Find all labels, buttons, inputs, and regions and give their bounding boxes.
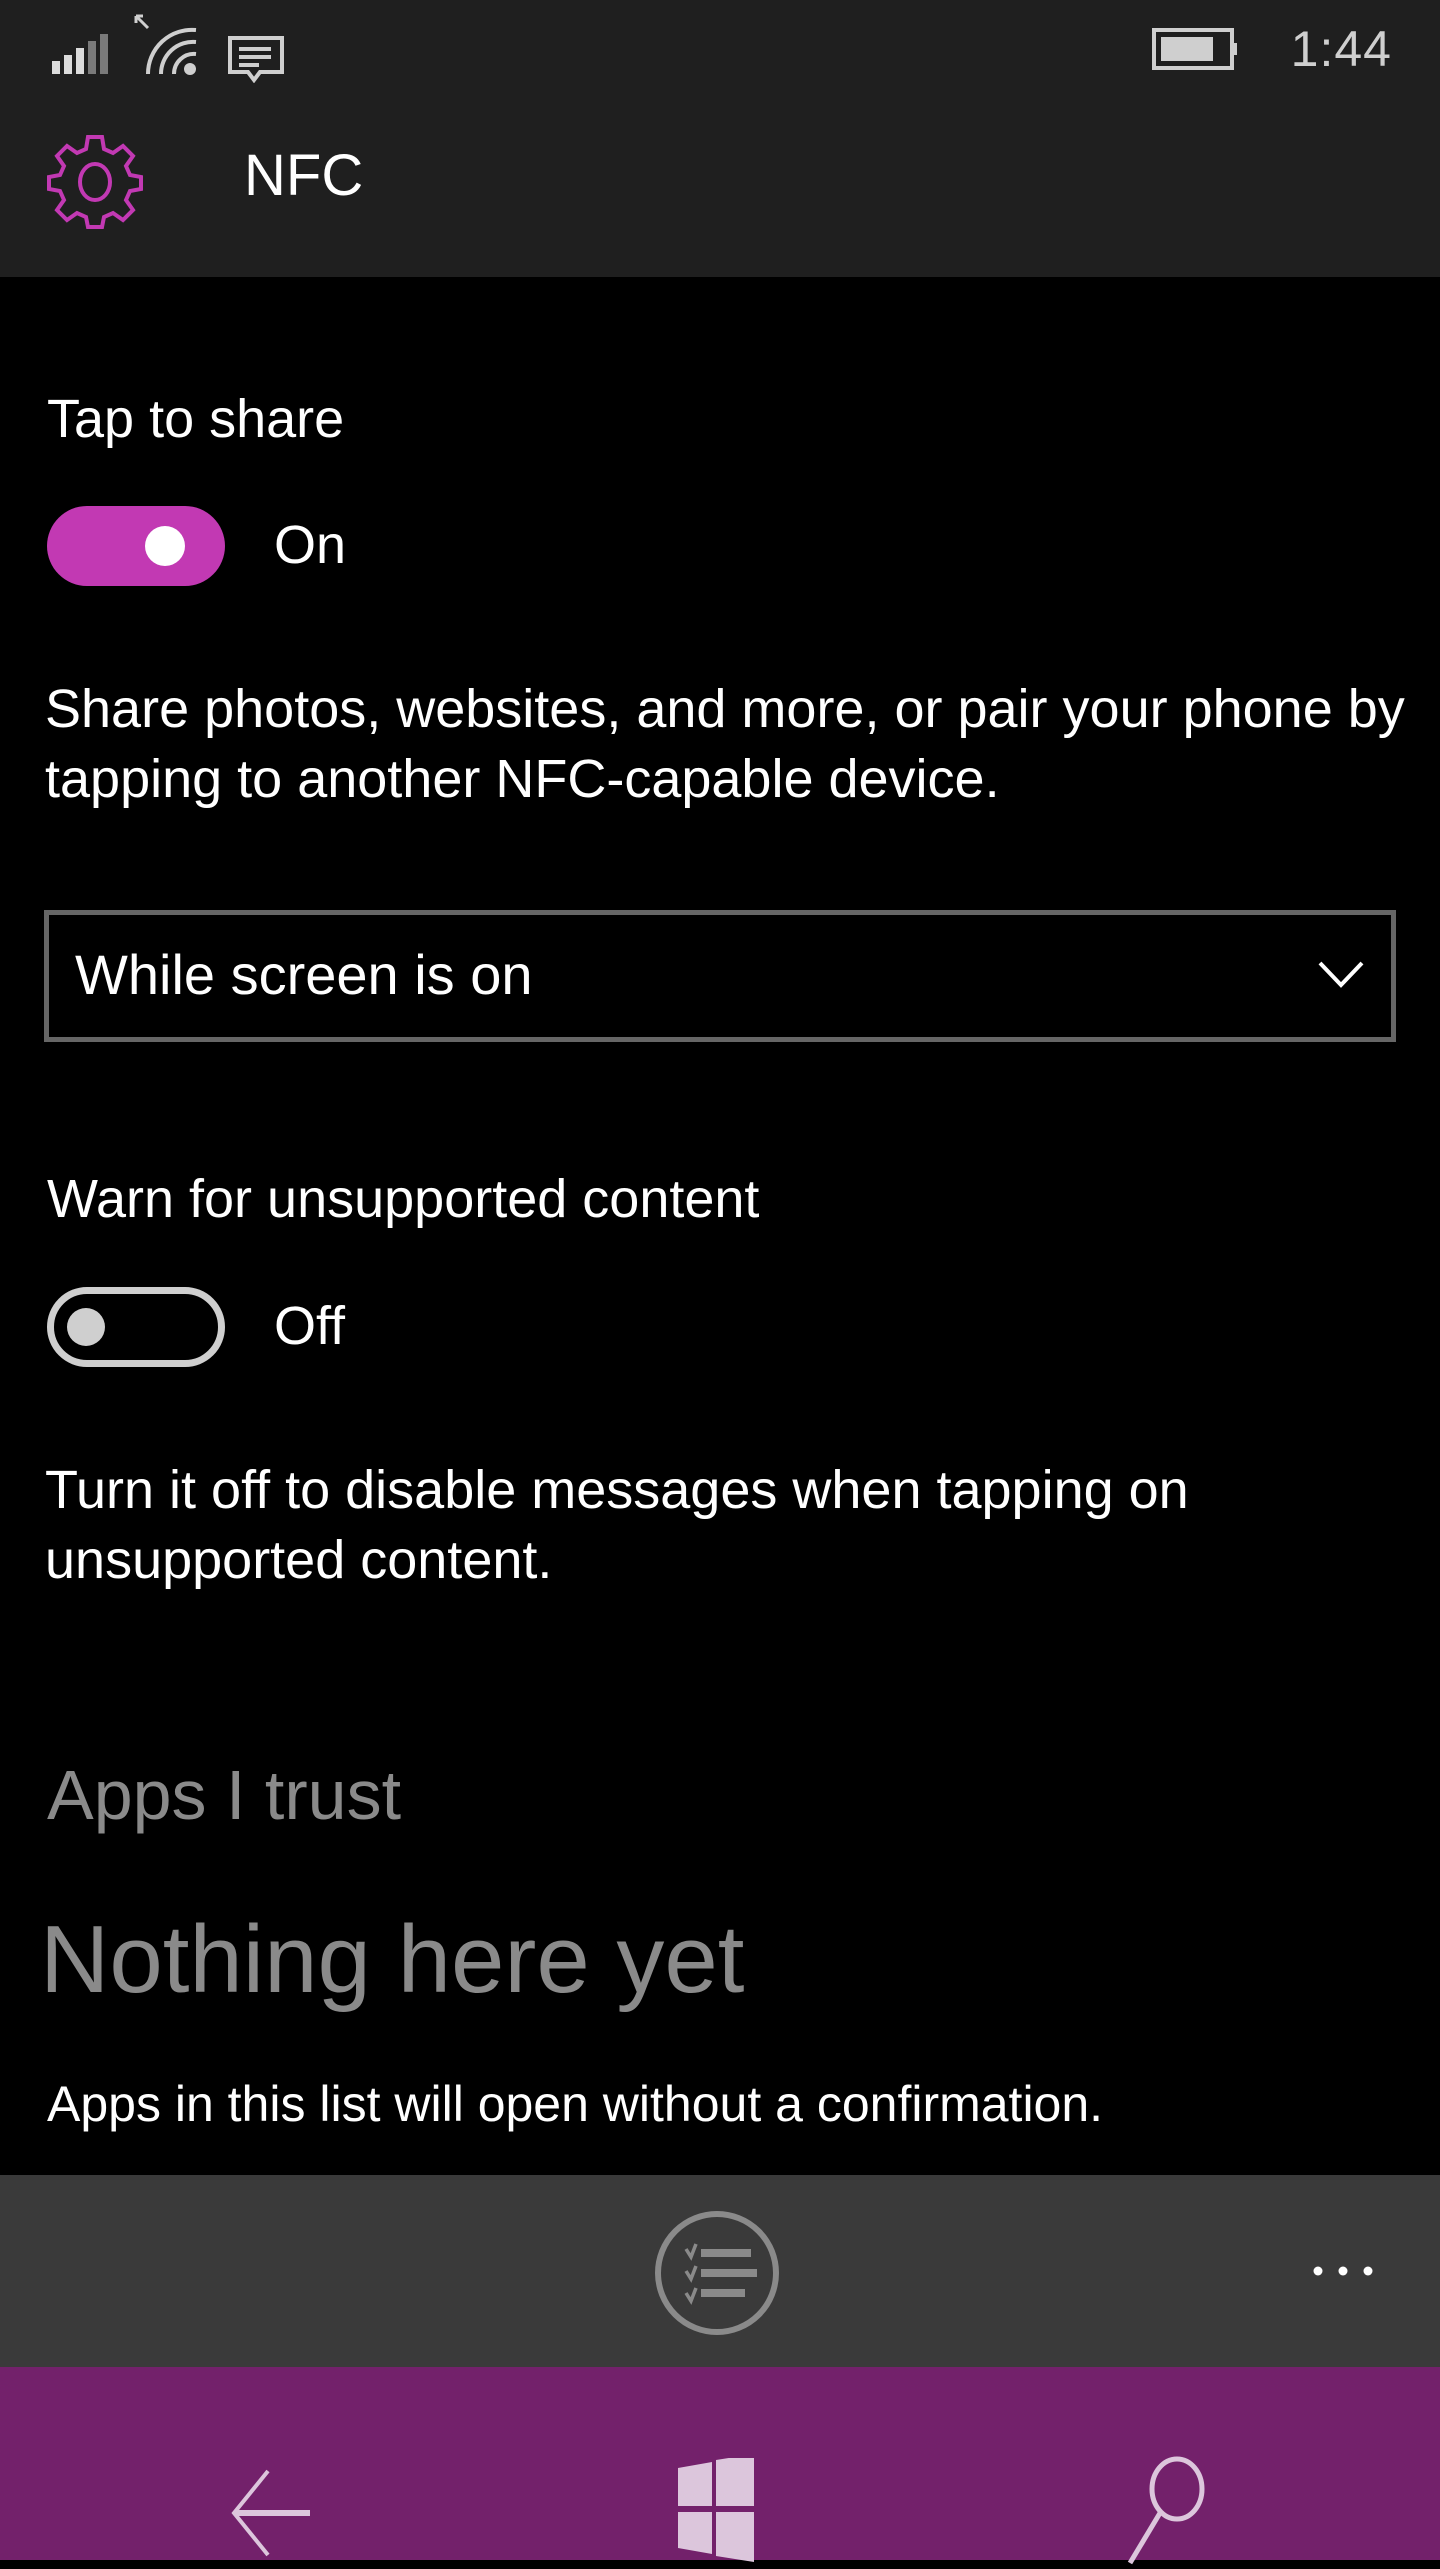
- apps-i-trust-note: Apps in this list will open without a co…: [47, 2076, 1104, 2132]
- search-icon[interactable]: [1120, 2455, 1210, 2569]
- empty-state-message: Nothing here yet: [40, 1906, 745, 2013]
- warn-unsupported-toggle[interactable]: [47, 1287, 225, 1367]
- battery-icon: [1152, 28, 1237, 70]
- toggle-knob: [145, 526, 185, 566]
- back-arrow-icon[interactable]: [228, 2465, 314, 2561]
- toggle-knob: [67, 1308, 105, 1346]
- checklist-icon[interactable]: [653, 2209, 781, 2337]
- tap-to-share-toggle[interactable]: [47, 506, 225, 586]
- windows-start-icon[interactable]: [678, 2458, 756, 2564]
- tap-to-share-label: Tap to share: [47, 389, 345, 449]
- apps-i-trust-heading: Apps I trust: [47, 1756, 402, 1834]
- chevron-down-icon: [1318, 961, 1364, 988]
- gear-icon: [47, 135, 143, 229]
- warn-unsupported-description: Turn it off to disable messages when tap…: [45, 1460, 1189, 1590]
- share-mode-dropdown[interactable]: While screen is on: [44, 910, 1396, 1042]
- command-bar: [0, 2175, 1440, 2367]
- message-icon: [228, 36, 284, 83]
- tap-to-share-description: Share photos, websites, and more, or pai…: [45, 679, 1405, 809]
- tap-to-share-state: On: [274, 515, 347, 575]
- wifi-icon: [134, 14, 197, 75]
- navigation-bar: [0, 2367, 1440, 2565]
- more-ellipsis-icon[interactable]: [1310, 2262, 1376, 2280]
- clock-time: 1:44: [1290, 21, 1392, 77]
- signal-strength-icon: [52, 34, 108, 74]
- page-title: NFC: [244, 143, 364, 208]
- warn-unsupported-label: Warn for unsupported content: [47, 1169, 760, 1229]
- warn-unsupported-state: Off: [274, 1296, 346, 1356]
- share-mode-selected: While screen is on: [75, 943, 533, 1006]
- top-bar: 1:44 NFC: [0, 0, 1440, 277]
